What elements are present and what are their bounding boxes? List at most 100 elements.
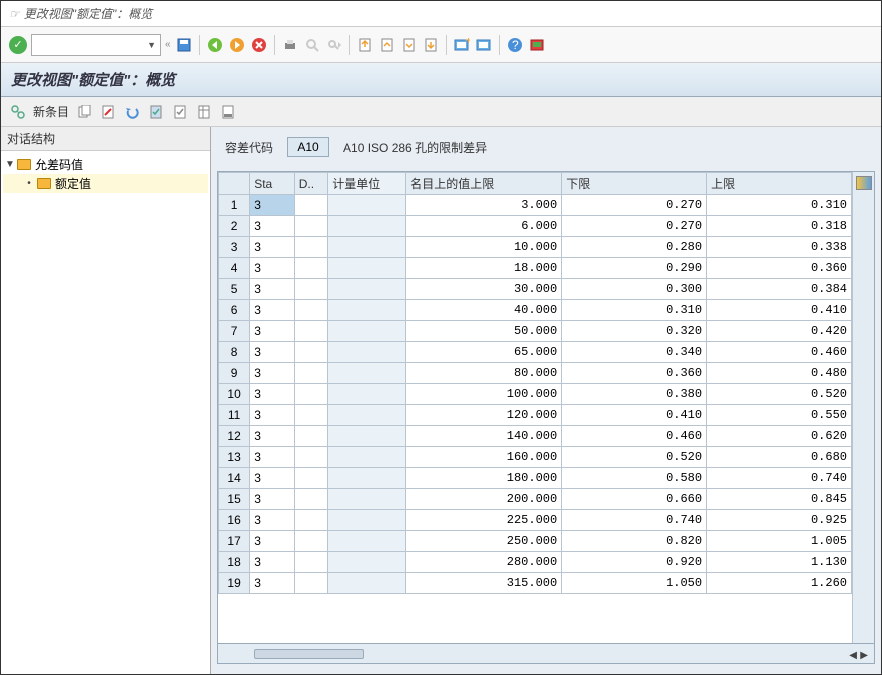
- cell-sta[interactable]: 3: [250, 531, 295, 552]
- cell-upper[interactable]: 1.260: [707, 573, 852, 594]
- cell-d[interactable]: [294, 195, 327, 216]
- customize-icon[interactable]: [528, 36, 546, 54]
- row-header-col[interactable]: [219, 173, 250, 195]
- table-row[interactable]: 236.0000.2700.318: [219, 216, 852, 237]
- help-icon[interactable]: ?: [506, 36, 524, 54]
- cell-lower[interactable]: 0.580: [562, 468, 707, 489]
- row-number[interactable]: 19: [219, 573, 250, 594]
- new-entry-button[interactable]: 新条目: [33, 103, 69, 120]
- cell-upper-nominal[interactable]: 3.000: [406, 195, 562, 216]
- cell-lower[interactable]: 0.460: [562, 426, 707, 447]
- enter-icon[interactable]: ✓: [9, 36, 27, 54]
- deselect-icon[interactable]: [171, 103, 189, 121]
- row-number[interactable]: 10: [219, 384, 250, 405]
- cell-unit[interactable]: [328, 573, 406, 594]
- table-row[interactable]: 123140.0000.4600.620: [219, 426, 852, 447]
- find-icon[interactable]: [303, 36, 321, 54]
- cell-unit[interactable]: [328, 195, 406, 216]
- cell-lower[interactable]: 1.050: [562, 573, 707, 594]
- cell-unit[interactable]: [328, 342, 406, 363]
- save-icon[interactable]: [175, 36, 193, 54]
- cell-unit[interactable]: [328, 321, 406, 342]
- cell-unit[interactable]: [328, 405, 406, 426]
- undo-icon[interactable]: [123, 103, 141, 121]
- horizontal-scrollbar[interactable]: ◀ ▶: [217, 644, 875, 664]
- scroll-left-icon[interactable]: ◀: [849, 650, 857, 661]
- cell-d[interactable]: [294, 426, 327, 447]
- row-number[interactable]: 11: [219, 405, 250, 426]
- table-row[interactable]: 133160.0000.5200.680: [219, 447, 852, 468]
- cell-upper-nominal[interactable]: 80.000: [406, 363, 562, 384]
- cell-lower[interactable]: 0.270: [562, 216, 707, 237]
- cell-lower[interactable]: 0.920: [562, 552, 707, 573]
- cell-sta[interactable]: 3: [250, 258, 295, 279]
- cell-lower[interactable]: 0.740: [562, 510, 707, 531]
- cancel-icon[interactable]: [250, 36, 268, 54]
- cell-d[interactable]: [294, 552, 327, 573]
- cell-unit[interactable]: [328, 216, 406, 237]
- cell-d[interactable]: [294, 258, 327, 279]
- cell-unit[interactable]: [328, 552, 406, 573]
- cell-sta[interactable]: 3: [250, 321, 295, 342]
- cell-upper-nominal[interactable]: 100.000: [406, 384, 562, 405]
- cell-d[interactable]: [294, 447, 327, 468]
- row-number[interactable]: 16: [219, 510, 250, 531]
- cell-sta[interactable]: 3: [250, 195, 295, 216]
- cell-sta[interactable]: 3: [250, 216, 295, 237]
- print-list-icon[interactable]: [219, 103, 237, 121]
- cell-d[interactable]: [294, 363, 327, 384]
- cell-upper-nominal[interactable]: 140.000: [406, 426, 562, 447]
- cell-lower[interactable]: 0.820: [562, 531, 707, 552]
- cell-sta[interactable]: 3: [250, 426, 295, 447]
- cell-unit[interactable]: [328, 258, 406, 279]
- row-number[interactable]: 8: [219, 342, 250, 363]
- col-sta[interactable]: Sta: [250, 173, 295, 195]
- scroll-right-icon[interactable]: ▶: [860, 650, 868, 661]
- cell-upper-nominal[interactable]: 200.000: [406, 489, 562, 510]
- row-number[interactable]: 5: [219, 279, 250, 300]
- table-scroll[interactable]: Sta D.. 计量单位 名目上的值上限 下限 上限 133.0000.2700…: [218, 172, 852, 643]
- cell-upper-nominal[interactable]: 65.000: [406, 342, 562, 363]
- cell-upper[interactable]: 0.420: [707, 321, 852, 342]
- tree-item-nominal-value[interactable]: • 额定值: [3, 174, 208, 193]
- table-row[interactable]: 5330.0000.3000.384: [219, 279, 852, 300]
- table-row[interactable]: 113120.0000.4100.550: [219, 405, 852, 426]
- exit-icon[interactable]: [228, 36, 246, 54]
- cell-upper[interactable]: 0.620: [707, 426, 852, 447]
- row-number[interactable]: 6: [219, 300, 250, 321]
- cell-d[interactable]: [294, 405, 327, 426]
- last-page-icon[interactable]: [422, 36, 440, 54]
- table-row[interactable]: 3310.0000.2800.338: [219, 237, 852, 258]
- cell-upper-nominal[interactable]: 30.000: [406, 279, 562, 300]
- cell-upper[interactable]: 0.925: [707, 510, 852, 531]
- table-row[interactable]: 8365.0000.3400.460: [219, 342, 852, 363]
- table-row[interactable]: 143180.0000.5800.740: [219, 468, 852, 489]
- cell-d[interactable]: [294, 216, 327, 237]
- table-row[interactable]: 9380.0000.3600.480: [219, 363, 852, 384]
- col-lower[interactable]: 下限: [562, 173, 707, 195]
- table-row[interactable]: 183280.0000.9201.130: [219, 552, 852, 573]
- row-number[interactable]: 14: [219, 468, 250, 489]
- cell-upper[interactable]: 0.318: [707, 216, 852, 237]
- prev-page-icon[interactable]: [378, 36, 396, 54]
- cell-upper[interactable]: 0.338: [707, 237, 852, 258]
- tree[interactable]: ▼ 允差码值 • 额定值: [1, 151, 210, 197]
- back-icon[interactable]: [206, 36, 224, 54]
- cell-upper-nominal[interactable]: 225.000: [406, 510, 562, 531]
- row-number[interactable]: 1: [219, 195, 250, 216]
- row-number[interactable]: 18: [219, 552, 250, 573]
- col-upper-nominal[interactable]: 名目上的值上限: [406, 173, 562, 195]
- cell-upper[interactable]: 0.310: [707, 195, 852, 216]
- row-number[interactable]: 7: [219, 321, 250, 342]
- cell-lower[interactable]: 0.660: [562, 489, 707, 510]
- cell-upper[interactable]: 0.410: [707, 300, 852, 321]
- cell-unit[interactable]: [328, 447, 406, 468]
- cell-upper-nominal[interactable]: 18.000: [406, 258, 562, 279]
- cell-upper-nominal[interactable]: 120.000: [406, 405, 562, 426]
- chevron-left-icon[interactable]: «: [165, 39, 171, 50]
- cell-d[interactable]: [294, 489, 327, 510]
- cell-unit[interactable]: [328, 510, 406, 531]
- cell-sta[interactable]: 3: [250, 237, 295, 258]
- first-page-icon[interactable]: [356, 36, 374, 54]
- cell-lower[interactable]: 0.310: [562, 300, 707, 321]
